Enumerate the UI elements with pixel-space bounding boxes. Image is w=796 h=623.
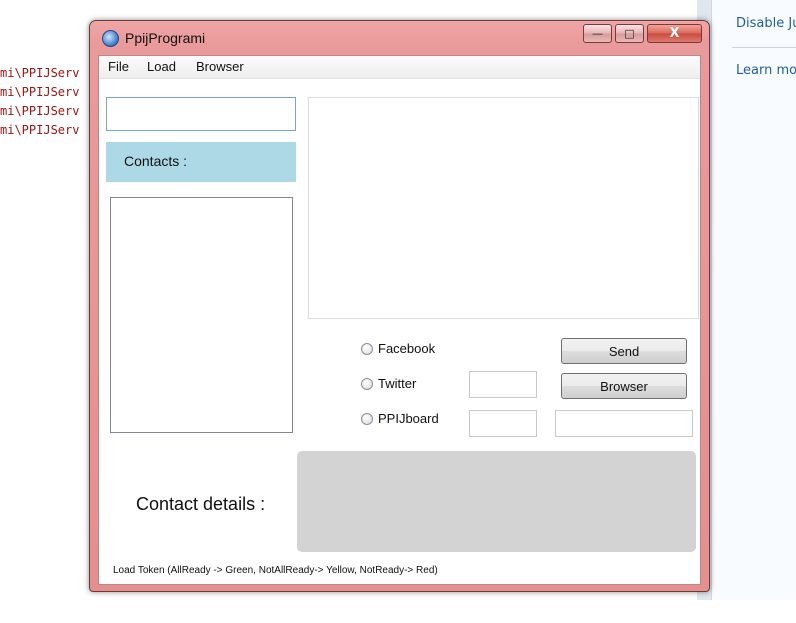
ppijboard-input[interactable] (469, 410, 537, 437)
code-line: mi\PPIJServ (0, 85, 80, 99)
radio-ppijboard[interactable]: PPIJboard (361, 411, 439, 426)
radio-button-icon[interactable] (361, 377, 373, 390)
radio-twitter[interactable]: Twitter (361, 376, 416, 391)
code-line: mi\PPIJServ (0, 123, 80, 137)
app-icon (102, 30, 119, 47)
menu-load[interactable]: Load (147, 59, 176, 74)
token-input[interactable] (555, 410, 693, 437)
contact-details-label: Contact details : (136, 494, 266, 514)
code-line: mi\PPIJServ (0, 104, 80, 118)
minimize-icon: — (592, 27, 603, 40)
menu-browser[interactable]: Browser (196, 59, 244, 74)
close-button[interactable]: X (647, 24, 702, 43)
search-input[interactable] (106, 97, 296, 131)
menu-file[interactable]: File (108, 59, 129, 74)
contacts-header: Contacts : (106, 142, 296, 182)
background-code-lines: mi\PPIJServ mi\PPIJServ mi\PPIJServ mi\P… (0, 64, 79, 140)
minimize-button[interactable]: — (583, 24, 612, 43)
contact-details-panel (297, 451, 696, 552)
browser-button[interactable]: Browser (561, 373, 687, 399)
code-line: mi\PPIJServ (0, 66, 80, 80)
twitter-input[interactable] (469, 371, 537, 398)
learn-more-link[interactable]: Learn mo (736, 63, 796, 78)
app-window: PpijProgrami — □ X File Load Browser Con… (89, 20, 710, 592)
window-client-area: File Load Browser Contacts : Facebook Tw… (98, 55, 701, 585)
radio-label: PPIJboard (378, 411, 439, 426)
maximize-icon: □ (624, 27, 635, 40)
status-label: Load Token (AllReady -> Green, NotAllRea… (113, 565, 438, 576)
radio-label: Twitter (378, 376, 417, 391)
message-textbox[interactable] (308, 97, 699, 319)
close-icon: X (669, 26, 680, 41)
radio-label: Facebook (378, 341, 436, 356)
menu-bar: File Load Browser (99, 56, 700, 79)
maximize-button[interactable]: □ (615, 24, 644, 43)
disable-link[interactable]: Disable Ju (736, 16, 796, 31)
contacts-list[interactable] (110, 197, 293, 433)
window-title: PpijProgrami (125, 30, 206, 46)
radio-button-icon[interactable] (361, 342, 373, 355)
radio-facebook[interactable]: Facebook (361, 341, 435, 356)
send-button[interactable]: Send (561, 338, 687, 364)
side-panel-divider (732, 47, 796, 48)
radio-button-icon[interactable] (361, 412, 373, 425)
background-side-panel (711, 0, 796, 600)
contacts-label: Contacts : (124, 153, 188, 169)
